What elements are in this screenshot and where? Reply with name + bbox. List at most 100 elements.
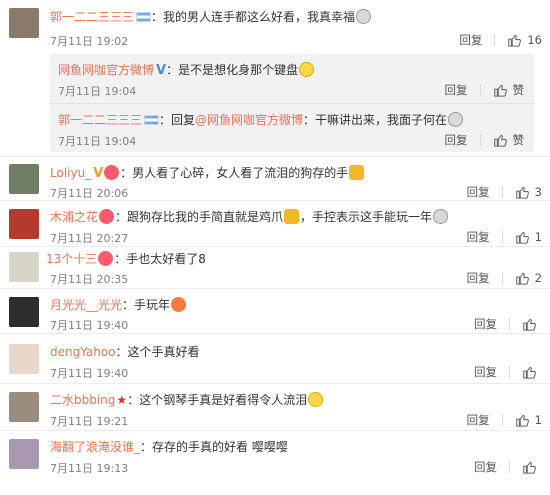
like-button[interactable]: 16 <box>507 33 542 47</box>
divider <box>479 134 481 146</box>
reply-button[interactable]: 回复 <box>445 132 468 148</box>
thumbs-up-icon <box>515 272 529 285</box>
verified-icon: V <box>93 166 104 181</box>
heart-badge-icon <box>98 251 114 266</box>
timestamp: 7月11日 20:06 <box>50 187 129 200</box>
like-label: 赞 <box>512 133 525 147</box>
reply-button[interactable]: 回复 <box>474 316 497 332</box>
avatar[interactable] <box>9 252 39 282</box>
reply-button[interactable]: 回复 <box>459 32 482 48</box>
like-count: 1 <box>534 230 542 244</box>
heart-badge-icon <box>104 165 120 180</box>
reply-button[interactable]: 回复 <box>474 459 497 475</box>
heart-badge-icon <box>99 209 115 224</box>
like-button[interactable]: 1 <box>515 230 542 244</box>
reply-button[interactable]: 回复 <box>467 412 490 428</box>
username-link[interactable]: 网鱼网咖官方微博 <box>58 63 154 77</box>
emoji-icon <box>448 112 464 127</box>
like-button[interactable] <box>522 365 542 379</box>
reply-button[interactable]: 回复 <box>467 229 490 245</box>
flag-icon <box>144 115 160 125</box>
comment-text: ：男人看了心碎，女人看了流泪的狗存的手 <box>120 166 349 180</box>
avatar[interactable] <box>9 439 39 469</box>
emoji-icon <box>433 209 449 224</box>
reply-button[interactable]: 回复 <box>474 364 497 380</box>
timestamp: 7月11日 19:04 <box>58 85 137 98</box>
reply-button[interactable]: 回复 <box>467 270 490 286</box>
comment-item: dengYahoo：这个手真好看 7月11日 19:40 回复 <box>0 334 550 384</box>
emoji-icon <box>171 297 187 312</box>
username-link[interactable]: Loliyu_ <box>50 166 91 180</box>
divider <box>501 231 503 243</box>
like-count: 2 <box>534 271 542 285</box>
timestamp: 7月11日 19:02 <box>50 35 129 48</box>
avatar[interactable] <box>9 392 39 422</box>
comment-text: ：这个手真好看 <box>115 345 200 359</box>
comment-item: 二水bbbing★：这个钢琴手真是好看得令人流泪 7月11日 19:21 回复 … <box>0 384 550 431</box>
username-link[interactable]: 郭一二二三三三 <box>58 113 142 127</box>
comment-item: 月光光__光光：手玩年 7月11日 19:40 回复 <box>0 289 550 334</box>
timestamp: 7月11日 19:04 <box>58 135 137 148</box>
comment-item: 木浦之花 ：跟狗存比我的手简直就是鸡爪 ，手控表示这手能玩一年 7月11日 20:2… <box>0 201 550 247</box>
comment-text-2: ，手控表示这手能玩一年 <box>300 210 433 224</box>
username-link[interactable]: 13个十三 <box>46 252 97 266</box>
divider <box>494 34 496 46</box>
thumbs-up-icon <box>493 134 507 147</box>
comment-text: ：手玩年 <box>122 298 171 312</box>
timestamp: 7月11日 19:13 <box>50 462 129 475</box>
like-button[interactable]: 赞 <box>493 132 525 148</box>
thumbs-up-icon <box>523 318 536 331</box>
timestamp: 7月11日 19:40 <box>50 367 129 380</box>
avatar[interactable] <box>9 344 39 374</box>
emoji-icon <box>356 9 372 24</box>
avatar[interactable] <box>9 209 39 239</box>
comment-text: ：这个钢琴手真是好看得令人流泪 <box>127 393 308 407</box>
divider <box>509 318 510 330</box>
comment-text: ：跟狗存比我的手简直就是鸡爪 <box>115 210 284 224</box>
verified-icon: V <box>156 63 167 78</box>
username-link[interactable]: 海翻了浪淹没谁_ <box>50 440 140 454</box>
like-count: 3 <box>534 185 542 199</box>
divider <box>501 414 503 426</box>
reply-text: ：干嘛讲出来，我面子何在 <box>303 113 448 127</box>
like-button[interactable]: 1 <box>515 413 542 427</box>
like-button[interactable] <box>522 317 542 331</box>
comment-item: 郭一二二三三三 ：我的男人连手都这么好看，我真幸福 7月11日 19:02 回复 … <box>0 0 550 157</box>
comment-item: Loliyu_ V ：男人看了心碎，女人看了流泪的狗存的手 7月11日 20:06 … <box>0 157 550 201</box>
divider <box>501 186 503 198</box>
timestamp: 7月11日 19:21 <box>50 415 129 428</box>
like-label: 赞 <box>512 83 525 97</box>
username-link[interactable]: 二水bbbing <box>50 393 115 407</box>
comment-list: 郭一二二三三三 ：我的男人连手都这么好看，我真幸福 7月11日 19:02 回复 … <box>0 0 550 495</box>
avatar[interactable] <box>9 297 39 327</box>
like-button[interactable]: 2 <box>515 271 542 285</box>
emoji-icon <box>349 165 365 180</box>
thumbs-up-icon <box>508 34 522 47</box>
like-button[interactable]: 3 <box>515 185 542 199</box>
thumbs-up-icon <box>523 461 536 474</box>
divider <box>501 272 503 284</box>
comment-item: 海翻了浪淹没谁_：存存的手真的好看 嘤嘤嘤 7月11日 19:13 回复 <box>0 431 550 495</box>
reply-item: 郭一二二三三三 ：回复@网鱼网咖官方微博：干嘛讲出来，我面子何在 7月11日 19… <box>50 104 534 154</box>
reply-text: ：是不是想化身那个键盘 <box>166 63 299 77</box>
like-button[interactable]: 赞 <box>493 82 525 98</box>
username-link[interactable]: 月光光__光光 <box>50 298 122 312</box>
emoji-icon <box>284 209 300 224</box>
thumbs-up-icon <box>493 84 507 97</box>
avatar[interactable] <box>9 164 39 194</box>
timestamp: 7月11日 19:40 <box>50 319 129 332</box>
comment-text: ：存存的手真的好看 嘤嘤嘤 <box>140 440 288 454</box>
reply-button[interactable]: 回复 <box>467 184 490 200</box>
reply-prefix: ：回复 <box>159 113 196 127</box>
like-button[interactable] <box>522 460 542 474</box>
reply-item: 网鱼网咖官方微博 V：是不是想化身那个键盘 7月11日 19:04 回复 赞 <box>50 54 534 104</box>
avatar[interactable] <box>9 8 39 38</box>
comment-text: ：我的男人连手都这么好看，我真幸福 <box>151 10 356 24</box>
mention-link[interactable]: @网鱼网咖官方微博 <box>195 113 303 127</box>
like-count: 1 <box>534 413 542 427</box>
reply-button[interactable]: 回复 <box>445 82 468 98</box>
thumbs-up-icon <box>515 231 529 244</box>
username-link[interactable]: 木浦之花 <box>50 210 98 224</box>
username-link[interactable]: 郭一二二三三三 <box>50 10 134 24</box>
username-link[interactable]: dengYahoo <box>50 345 116 359</box>
